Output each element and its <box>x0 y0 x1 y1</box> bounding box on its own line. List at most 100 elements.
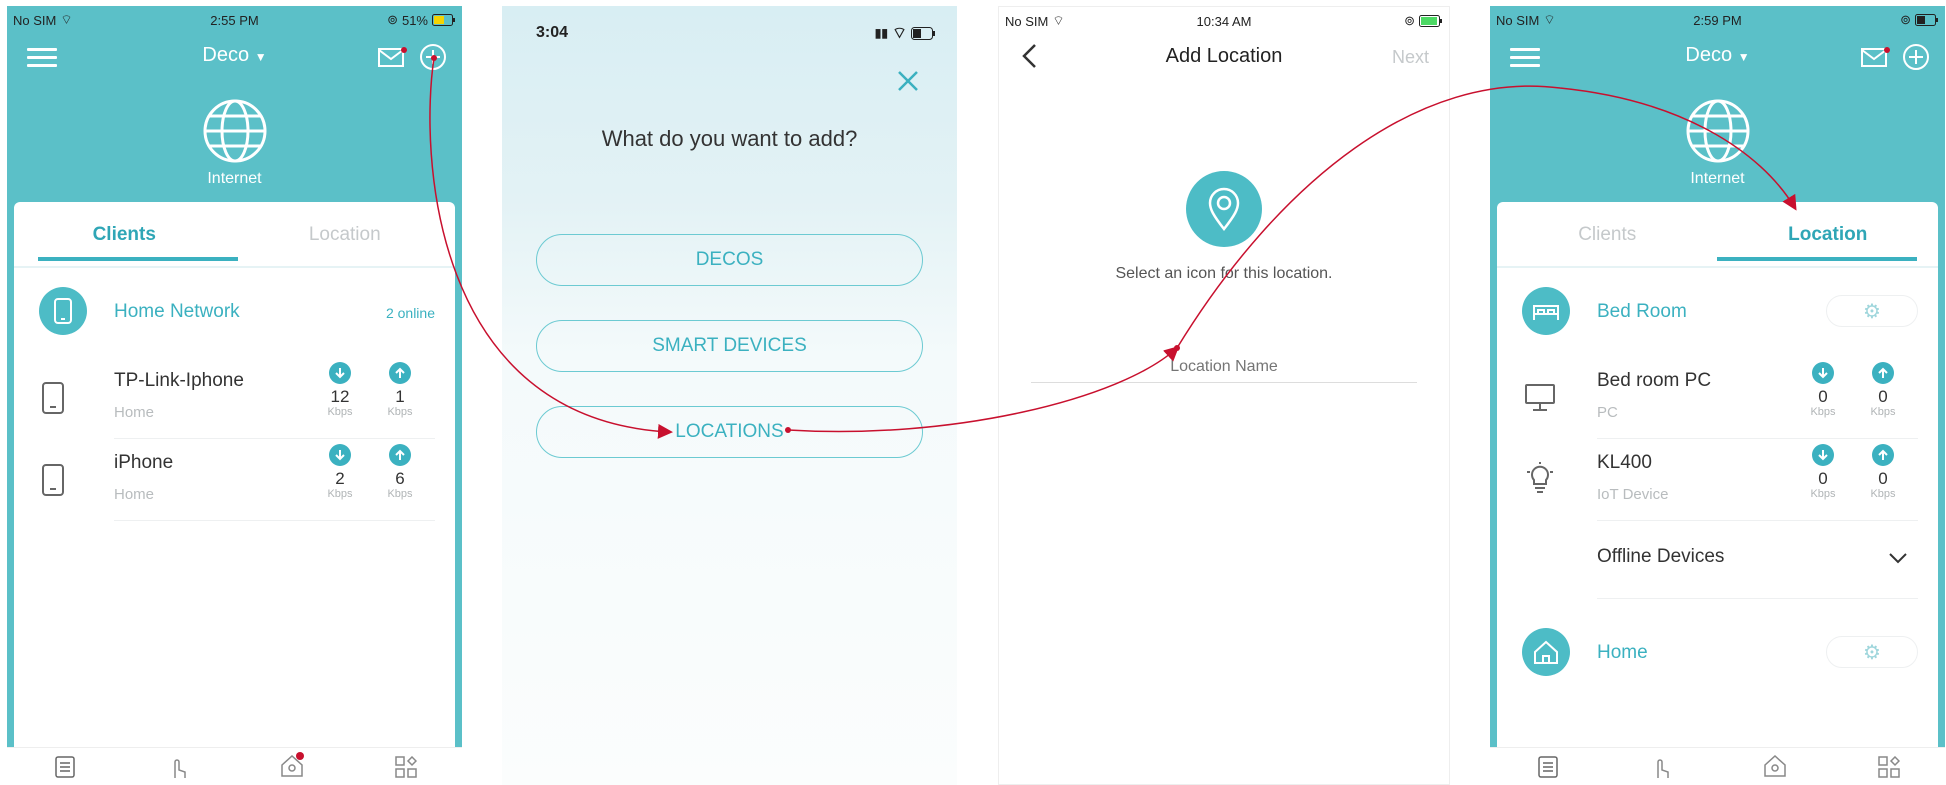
more-icon[interactable] <box>395 756 417 778</box>
carrier: No SIM <box>1005 13 1049 29</box>
location-icon-picker[interactable] <box>1186 171 1262 247</box>
monitor-icon <box>1525 384 1555 411</box>
battery-percent: 51% <box>401 12 428 28</box>
tab-location[interactable]: Location <box>235 224 456 246</box>
status-bar: No SIM ⌔ 2:55 PM ⊚ 51% <box>13 9 456 31</box>
carrier: No SIM <box>13 12 57 28</box>
divider <box>114 438 435 439</box>
tab-location[interactable]: Location <box>1718 224 1939 246</box>
device-name: TP-Link-Iphone <box>114 370 244 391</box>
location-name: Bed Room <box>1597 301 1687 322</box>
upload-speed: 0 Kbps <box>1863 444 1903 500</box>
next-button[interactable]: Next <box>1392 47 1429 68</box>
online-count: 2 online <box>385 305 435 321</box>
upload-speed: 6 Kbps <box>380 444 420 500</box>
active-tab-indicator <box>1717 257 1917 261</box>
download-arrow-icon <box>329 444 351 466</box>
download-speed: 0 Kbps <box>1803 362 1843 418</box>
overview-icon[interactable] <box>1538 756 1558 778</box>
download-arrow-icon <box>1812 444 1834 466</box>
globe-icon <box>1686 99 1749 163</box>
bottom-nav <box>7 747 462 785</box>
battery-icon <box>1419 15 1442 27</box>
battery-icon <box>1915 14 1938 26</box>
screen-clients: No SIM ⌔ 2:55 PM ⊚ 51% Deco ▼ Internet Cli… <box>7 6 462 785</box>
upload-arrow-icon <box>389 362 411 384</box>
settings-button[interactable]: ⚙ <box>1826 636 1918 668</box>
wifi-icon: ⌔ <box>1543 12 1556 27</box>
location-name: Home <box>1597 642 1648 663</box>
device-location: Home <box>114 404 155 421</box>
status-time: 3:04 <box>536 24 569 41</box>
settings-button[interactable]: ⚙ <box>1826 295 1918 327</box>
close-icon[interactable] <box>897 70 919 92</box>
globe-icon <box>203 99 266 163</box>
add-icon[interactable] <box>1901 42 1931 72</box>
decos-button[interactable]: DECOS <box>536 234 923 286</box>
add-question: What do you want to add? <box>601 126 858 151</box>
bottom-nav <box>1490 747 1945 785</box>
mail-icon[interactable] <box>378 46 408 68</box>
network-name: Home Network <box>114 301 240 322</box>
battery-icon <box>911 26 935 40</box>
device-location: Home <box>114 486 155 503</box>
divider <box>1597 438 1918 439</box>
wifi-icon: ⌔ <box>1052 13 1065 28</box>
divider <box>1597 598 1918 599</box>
status-bar: No SIM ⌔ 10:34 AM ⊚ <box>1005 10 1443 32</box>
upload-arrow-icon <box>1872 444 1894 466</box>
locations-button[interactable]: LOCATIONS <box>536 406 923 458</box>
gear-icon: ⚙ <box>1863 300 1881 323</box>
homecare-icon[interactable] <box>279 752 305 778</box>
touch-icon[interactable] <box>167 756 189 780</box>
carrier: No SIM <box>1496 12 1540 28</box>
signal-icon: ▮▮ <box>874 26 888 40</box>
phone-icon <box>42 464 64 496</box>
download-arrow-icon <box>329 362 351 384</box>
icon-hint: Select an icon for this location. <box>1115 265 1333 282</box>
house-icon <box>1522 628 1570 676</box>
more-icon[interactable] <box>1878 756 1900 778</box>
network-title: Deco <box>1685 44 1733 66</box>
status-time: 10:34 AM <box>1196 13 1252 29</box>
offline-devices-row[interactable]: Offline Devices <box>1497 542 1938 599</box>
status-bar: 3:04 ▮▮ ⌔ <box>536 22 937 44</box>
clients-card: Clients Location Home Network 2 online T… <box>14 202 455 755</box>
location-name-input[interactable] <box>1031 351 1417 383</box>
lock-rotation-icon: ⊚ <box>387 12 398 27</box>
touch-icon[interactable] <box>1650 756 1672 780</box>
tab-clients[interactable]: Clients <box>14 224 235 246</box>
homecare-icon[interactable] <box>1762 752 1788 778</box>
smart-devices-button[interactable]: SMART DEVICES <box>536 320 923 372</box>
screen-add-location: No SIM ⌔ 10:34 AM ⊚ Add Location Next Sel… <box>998 6 1450 785</box>
download-arrow-icon <box>1812 362 1834 384</box>
device-name: iPhone <box>114 452 174 473</box>
upload-arrow-icon <box>1872 362 1894 384</box>
device-type: IoT Device <box>1597 486 1669 503</box>
internet-label: Internet <box>207 170 262 187</box>
screen-add-menu: 3:04 ▮▮ ⌔ What do you want to add? DECOS … <box>502 6 957 785</box>
add-icon[interactable] <box>418 42 448 72</box>
device-name: KL400 <box>1597 452 1652 473</box>
overview-icon[interactable] <box>55 756 75 778</box>
device-type: PC <box>1597 404 1618 421</box>
bulb-icon <box>1527 462 1553 493</box>
caret-down-icon: ▼ <box>254 50 267 64</box>
network-title: Deco <box>202 44 250 66</box>
bed-icon <box>1522 287 1570 335</box>
status-bar: No SIM ⌔ 2:59 PM ⊚ <box>1496 9 1939 31</box>
page-title: Add Location <box>1165 45 1283 67</box>
battery-icon <box>432 14 455 26</box>
chevron-down-icon <box>1889 553 1907 564</box>
device-name: Bed room PC <box>1597 370 1712 391</box>
download-speed: 12 Kbps <box>320 362 360 418</box>
phone-icon <box>42 382 64 414</box>
location-card: Clients Location Bed Room ⚙ Bed room PC … <box>1497 202 1938 755</box>
wifi-icon: ⌔ <box>891 25 907 42</box>
upload-arrow-icon <box>389 444 411 466</box>
lock-rotation-icon: ⊚ <box>1404 13 1415 28</box>
status-time: 2:59 PM <box>1693 12 1742 28</box>
tab-clients[interactable]: Clients <box>1497 224 1718 246</box>
download-speed: 2 Kbps <box>320 444 360 500</box>
mail-icon[interactable] <box>1861 46 1891 68</box>
